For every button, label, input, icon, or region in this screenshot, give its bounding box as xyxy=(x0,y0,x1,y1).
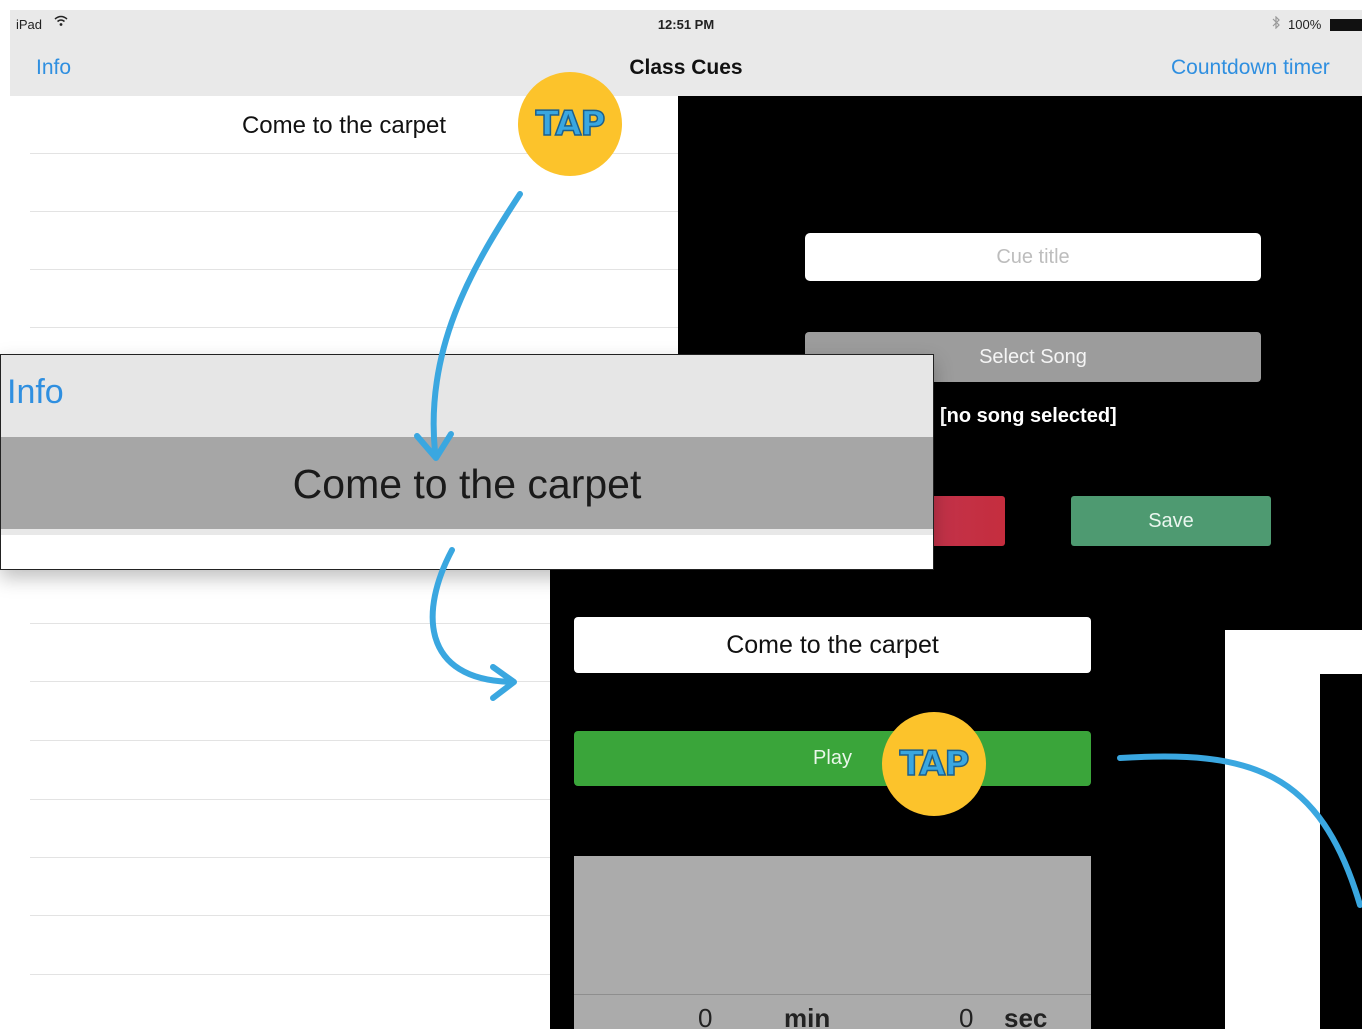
tap-badge-label: TAP xyxy=(899,743,970,785)
zoom-info-button[interactable]: Info xyxy=(7,373,64,412)
play-button[interactable]: Play xyxy=(574,731,1091,786)
zoom-row-label: Come to the carpet xyxy=(292,461,642,507)
zoom-callout: Info Come to the carpet xyxy=(0,354,934,570)
zoom-row-divider xyxy=(1,529,933,535)
row-divider xyxy=(30,327,678,328)
cue-title-input[interactable] xyxy=(805,233,1261,281)
zoom-nav-bar: Info xyxy=(1,355,933,437)
tap-badge: TAP xyxy=(518,72,622,176)
countdown-timer-button[interactable]: Countdown timer xyxy=(1171,56,1330,80)
picker-minutes-value[interactable]: 0 xyxy=(698,1003,712,1034)
picker-minutes-unit: min xyxy=(784,1003,831,1033)
save-button[interactable]: Save xyxy=(1071,496,1271,546)
next-screen-preview-dark xyxy=(1320,674,1362,1029)
song-status-label: [no song selected] xyxy=(940,405,1117,427)
zoom-selected-row[interactable]: Come to the carpet xyxy=(1,437,933,529)
bluetooth-icon xyxy=(1272,15,1280,32)
status-time: 12:51 PM xyxy=(657,17,715,32)
tap-badge-label: TAP xyxy=(535,103,606,145)
battery-percent: 100% xyxy=(1288,17,1322,32)
tap-badge: TAP xyxy=(882,712,986,816)
cue-list-empty-row xyxy=(10,212,678,270)
battery-icon xyxy=(1330,19,1362,34)
timer-picker[interactable]: 0 min 0 sec xyxy=(574,856,1091,1033)
play-cue-panel: Come to the carpet Play 0 min 0 sec xyxy=(550,570,1225,1033)
picker-seconds-value[interactable]: 0 xyxy=(959,1003,973,1034)
status-bar: iPad 12:51 PM 100% xyxy=(10,10,1362,40)
nav-bar: Info Class Cues Countdown timer xyxy=(10,40,1362,97)
picker-selection-line xyxy=(574,994,1091,995)
cue-list-empty-row xyxy=(10,270,678,328)
nav-title: Class Cues xyxy=(629,56,743,79)
picker-seconds-unit: sec xyxy=(1004,1003,1048,1033)
play-cue-title: Come to the carpet xyxy=(574,617,1091,673)
